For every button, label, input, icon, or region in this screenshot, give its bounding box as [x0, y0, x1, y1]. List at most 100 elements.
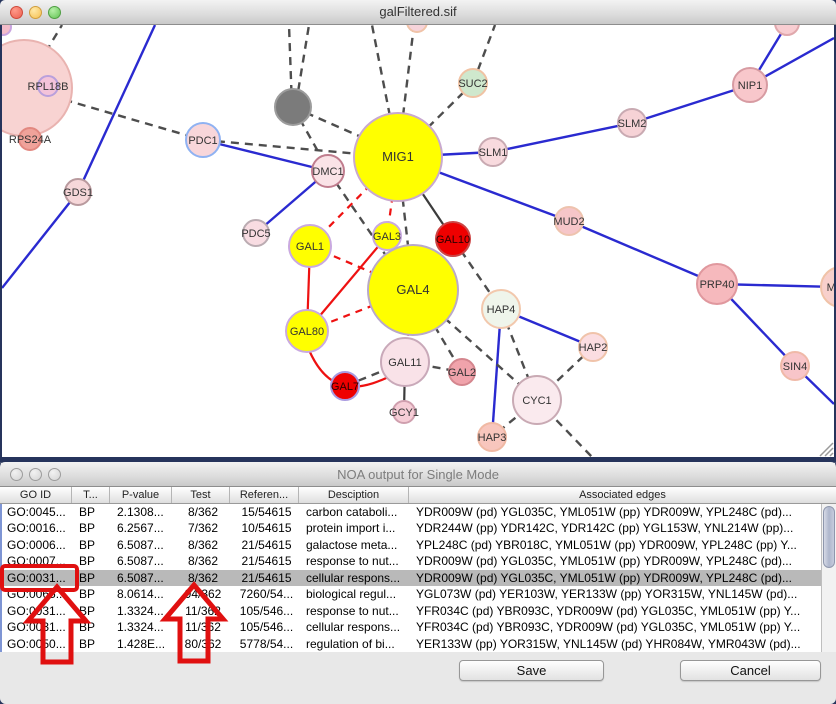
node-label: MUD2	[553, 216, 584, 228]
desktop: galFiltered.sif RPL18B RPS24A GDS1 PDC1 DMC1…	[0, 0, 836, 704]
node-PRP40[interactable]: PRP40	[697, 264, 737, 304]
scrollbar-thumb[interactable]	[823, 506, 835, 568]
node-corner-sliver[interactable]	[2, 25, 11, 35]
cell-c-ref: 7260/54...	[232, 586, 301, 602]
node-MSL1[interactable]: MSL1	[821, 267, 834, 307]
cell-c-desc: response to nut...	[301, 603, 411, 619]
node-label: HAP2	[579, 342, 608, 354]
table-row[interactable]: GO:0045...BP2.1308...8/36215/54615carbon…	[2, 504, 821, 520]
cell-c-edges: YDR009W (pd) YGL035C, YML051W (pp) YDR00…	[411, 504, 821, 520]
cell-c-edges: YER133W (pp) YOR315W, YNL145W (pd) YHR08…	[411, 636, 821, 652]
node-label: HAP3	[478, 432, 507, 444]
cell-c-goid: GO:0031...	[2, 570, 74, 586]
cell-c-type: BP	[74, 619, 112, 635]
cell-c-pval: 6.5087...	[112, 570, 174, 586]
column-header-c-test[interactable]: Test	[172, 487, 230, 503]
cell-c-pval: 6.5087...	[112, 553, 174, 569]
cell-c-edges: YFR034C (pd) YBR093C, YDR009W (pd) YGL03…	[411, 603, 821, 619]
cell-c-goid: GO:0031...	[2, 603, 74, 619]
column-header-c-goid[interactable]: GO ID	[0, 487, 72, 503]
resize-grip[interactable]	[820, 443, 833, 456]
cell-c-goid: GO:0016...	[2, 520, 74, 536]
cell-c-test: 8/362	[174, 537, 232, 553]
node-label: RPL18B	[28, 81, 69, 93]
node-GAL4[interactable]: GAL4	[368, 245, 458, 335]
table-body: GO:0045...BP2.1308...8/36215/54615carbon…	[0, 504, 821, 652]
cell-c-goid: GO:0045...	[2, 504, 74, 520]
node-top-center-pink[interactable]	[407, 25, 427, 32]
node-label: GAL4	[396, 282, 429, 297]
column-header-c-type[interactable]: T...	[72, 487, 110, 503]
table-row[interactable]: GO:0050...BP1.428E...80/3625778/54...reg…	[2, 636, 821, 652]
save-button[interactable]: Save	[459, 660, 604, 681]
table-row[interactable]: GO:0006...BP6.5087...8/36221/54615galact…	[2, 537, 821, 553]
node-GDS1[interactable]: GDS1	[63, 179, 93, 205]
cell-c-type: BP	[74, 504, 112, 520]
table-row[interactable]: GO:0031...BP1.3324...11/362105/546...cel…	[2, 619, 821, 635]
cell-c-goid: GO:0007...	[2, 553, 74, 569]
cell-c-pval: 1.3324...	[112, 603, 174, 619]
cancel-button[interactable]: Cancel	[680, 660, 821, 681]
table-row[interactable]: GO:0007...BP6.5087...8/36221/54615respon…	[2, 553, 821, 569]
node-GAL7[interactable]: GAL7	[331, 372, 359, 400]
column-header-c-edges[interactable]: Associated edges	[409, 487, 836, 503]
table-row[interactable]: GO:0031...BP1.3324...11/362105/546...res…	[2, 603, 821, 619]
table-row[interactable]: GO:0065...BP8.0614...94/3627260/54...bio…	[2, 586, 821, 602]
node-SUC2[interactable]: SUC2	[458, 69, 487, 97]
edge-blue	[78, 25, 155, 192]
node-GAL11[interactable]: GAL11	[381, 338, 429, 386]
column-header-c-ref[interactable]: Referen...	[230, 487, 299, 503]
node-GAL10[interactable]: GAL10	[436, 222, 470, 256]
cell-c-test: 7/362	[174, 520, 232, 536]
node-HAP2[interactable]: HAP2	[579, 333, 608, 361]
node-MIG1[interactable]: MIG1	[354, 113, 442, 201]
cell-c-type: BP	[74, 520, 112, 536]
network-canvas[interactable]: RPL18B RPS24A GDS1 PDC1 DMC1 MIG1 SUC2 NIP1 SLM2…	[2, 25, 834, 457]
column-header-c-pval[interactable]: P-value	[110, 487, 172, 503]
cell-c-pval: 1.3324...	[112, 619, 174, 635]
network-window-titlebar[interactable]: galFiltered.sif	[0, 0, 836, 25]
node-SLM1[interactable]: SLM1	[479, 138, 508, 166]
noa-window-titlebar[interactable]: NOA output for Single Mode	[0, 462, 836, 487]
table-row[interactable]: GO:0031...BP6.5087...8/36221/54615cellul…	[2, 570, 821, 586]
node-GAL80[interactable]: GAL80	[286, 310, 328, 352]
column-header-c-desc[interactable]: Desciption	[299, 487, 409, 503]
cell-c-type: BP	[74, 636, 112, 652]
node-GAL2[interactable]: GAL2	[448, 359, 476, 385]
node-label: DMC1	[312, 166, 343, 178]
node-PDC1[interactable]: PDC1	[186, 123, 220, 157]
vertical-scrollbar[interactable]	[821, 504, 836, 652]
node-top-right-pink[interactable]	[775, 25, 799, 35]
cell-c-ref: 21/54615	[232, 537, 301, 553]
node-label: GCY1	[389, 407, 419, 419]
cell-c-desc: carbon cataboli...	[301, 504, 411, 520]
cell-c-goid: GO:0006...	[2, 537, 74, 553]
edge-blue	[569, 221, 717, 284]
node-label: PRP40	[700, 279, 735, 291]
node-SLM2[interactable]: SLM2	[618, 109, 647, 137]
node-label: RPS24A	[9, 134, 52, 146]
node-DMC1[interactable]: DMC1	[312, 155, 344, 187]
cell-c-desc: galactose meta...	[301, 537, 411, 553]
node-GAL1[interactable]: GAL1	[289, 225, 331, 267]
node-MUD2[interactable]: MUD2	[553, 207, 584, 235]
table-header[interactable]: GO IDT...P-valueTestReferen...Desciption…	[0, 487, 836, 504]
node-NIP1[interactable]: NIP1	[733, 68, 767, 102]
node-label: PDC5	[241, 228, 270, 240]
node-label: CYC1	[522, 395, 551, 407]
node-unnamed-gray[interactable]	[275, 89, 311, 125]
node-SIN4[interactable]: SIN4	[781, 352, 809, 380]
edge-blue	[632, 85, 750, 123]
cell-c-ref: 10/54615	[232, 520, 301, 536]
table-row[interactable]: GO:0016...BP6.2567...7/36210/54615protei…	[2, 520, 821, 536]
node-label: GAL2	[448, 367, 476, 379]
cell-c-test: 8/362	[174, 570, 232, 586]
cell-c-pval: 6.2567...	[112, 520, 174, 536]
node-CYC1[interactable]: CYC1	[513, 376, 561, 424]
node-GAL3[interactable]: GAL3	[373, 222, 401, 250]
node-PDC5[interactable]: PDC5	[241, 220, 270, 246]
node-HAP4[interactable]: HAP4	[482, 290, 520, 328]
node-HAP3[interactable]: HAP3	[478, 423, 507, 451]
node-GCY1[interactable]: GCY1	[389, 401, 419, 423]
cell-c-goid: GO:0031...	[2, 619, 74, 635]
